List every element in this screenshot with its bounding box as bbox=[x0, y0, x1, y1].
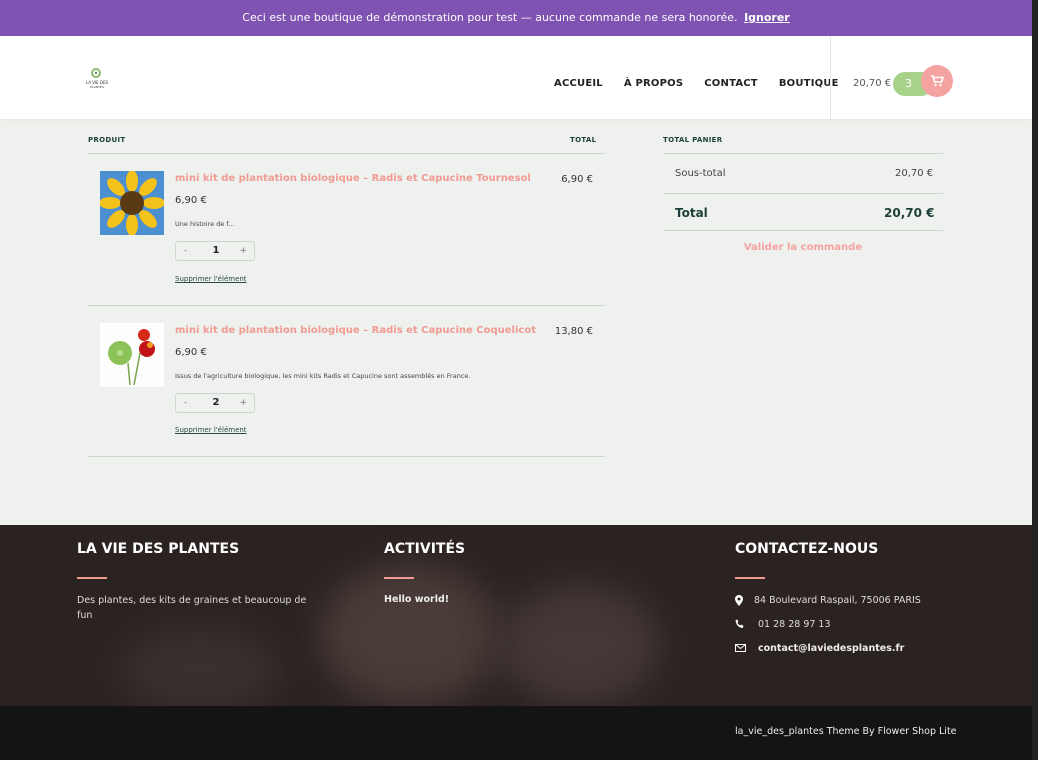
quantity-stepper[interactable]: - 1 + bbox=[175, 241, 255, 261]
remove-item-link[interactable]: Supprimer l'élément bbox=[175, 275, 247, 283]
product-image-nasturtium[interactable] bbox=[100, 323, 164, 387]
background-decoration bbox=[120, 625, 280, 706]
dismiss-notice-link[interactable]: Ignorer bbox=[744, 11, 790, 24]
total-label: Total bbox=[675, 206, 708, 220]
footer-phone: 01 28 28 97 13 bbox=[758, 619, 831, 630]
product-image-sunflower[interactable] bbox=[100, 171, 164, 235]
scrollbar[interactable] bbox=[1032, 0, 1038, 760]
footer-rule bbox=[384, 577, 414, 579]
column-header-product: PRODUIT bbox=[88, 136, 126, 144]
product-name-link[interactable]: mini kit de plantation biologique – Radi… bbox=[175, 173, 531, 184]
demo-notice-text: Ceci est une boutique de démonstration p… bbox=[242, 11, 738, 24]
background-decoration bbox=[320, 565, 500, 705]
divider bbox=[663, 153, 943, 154]
quantity-increase-button[interactable]: + bbox=[239, 398, 247, 408]
quantity-increase-button[interactable]: + bbox=[239, 246, 247, 256]
footer-rule bbox=[77, 577, 107, 579]
background-decoration bbox=[500, 585, 660, 705]
product-price: 6,90 € bbox=[175, 195, 207, 206]
footer-title-activities: ACTIVITÉS bbox=[384, 541, 466, 557]
theme-credit[interactable]: la_vie_des_plantes Theme By Flower Shop … bbox=[735, 726, 957, 737]
remove-item-link[interactable]: Supprimer l'élément bbox=[175, 426, 247, 434]
product-price: 6,90 € bbox=[175, 347, 207, 358]
logo-line-2: PLANTES bbox=[90, 85, 104, 89]
demo-notice-bar: Ceci est une boutique de démonstration p… bbox=[0, 0, 1032, 36]
subtotal-value: 20,70 € bbox=[895, 168, 934, 179]
divider bbox=[88, 456, 605, 457]
site-header: LA VIE DES PLANTES ACCUEIL À PROPOS CONT… bbox=[0, 36, 1032, 119]
phone-icon bbox=[735, 619, 745, 632]
cart-icon bbox=[931, 75, 944, 87]
footer-address: 84 Boulevard Raspail, 75006 PARIS bbox=[754, 595, 921, 606]
nav-item-a-propos[interactable]: À PROPOS bbox=[624, 78, 683, 89]
nav-item-contact[interactable]: CONTACT bbox=[704, 78, 758, 89]
cart-total-amount[interactable]: 20,70 € bbox=[853, 78, 891, 89]
cart-button[interactable] bbox=[921, 65, 953, 97]
line-total: 13,80 € bbox=[554, 326, 593, 337]
checkout-button[interactable]: Valider la commande bbox=[663, 242, 943, 253]
site-logo[interactable]: LA VIE DES PLANTES bbox=[84, 66, 110, 92]
envelope-icon bbox=[735, 644, 746, 655]
line-total: 6,90 € bbox=[561, 174, 593, 185]
footer-title-about: LA VIE DES PLANTES bbox=[77, 541, 240, 557]
divider bbox=[663, 193, 943, 194]
nav-item-accueil[interactable]: ACCUEIL bbox=[554, 78, 603, 89]
map-marker-icon bbox=[735, 595, 743, 609]
footer-post-link[interactable]: Hello world! bbox=[384, 594, 449, 605]
quantity-stepper[interactable]: - 2 + bbox=[175, 393, 255, 413]
product-description: Une histoire de f... bbox=[175, 220, 235, 228]
site-footer: LA VIE DES PLANTES Des plantes, des kits… bbox=[0, 525, 1032, 706]
footer-bottom-bar: la_vie_des_plantes Theme By Flower Shop … bbox=[0, 706, 1032, 760]
footer-email-link[interactable]: contact@laviedesplantes.fr bbox=[758, 643, 904, 654]
sunflower-image bbox=[100, 171, 164, 235]
product-name-link[interactable]: mini kit de plantation biologique – Radi… bbox=[175, 325, 536, 336]
footer-about-text: Des plantes, des kits de graines et beau… bbox=[77, 595, 307, 621]
divider bbox=[88, 305, 605, 306]
divider bbox=[663, 230, 943, 231]
nasturtium-image bbox=[100, 323, 164, 387]
column-header-total: TOTAL bbox=[570, 136, 597, 144]
header-divider bbox=[830, 36, 831, 119]
footer-rule bbox=[735, 577, 765, 579]
main-nav: ACCUEIL À PROPOS CONTACT BOUTIQUE bbox=[554, 78, 839, 89]
total-value: 20,70 € bbox=[884, 206, 935, 220]
divider bbox=[88, 153, 605, 154]
cart-totals-header: TOTAL PANIER bbox=[663, 136, 723, 144]
product-description: Issus de l'agriculture biologique, les m… bbox=[175, 372, 471, 380]
leaf-icon bbox=[91, 68, 101, 78]
footer-title-contact: CONTACTEZ-NOUS bbox=[735, 541, 879, 557]
subtotal-label: Sous-total bbox=[675, 168, 726, 179]
